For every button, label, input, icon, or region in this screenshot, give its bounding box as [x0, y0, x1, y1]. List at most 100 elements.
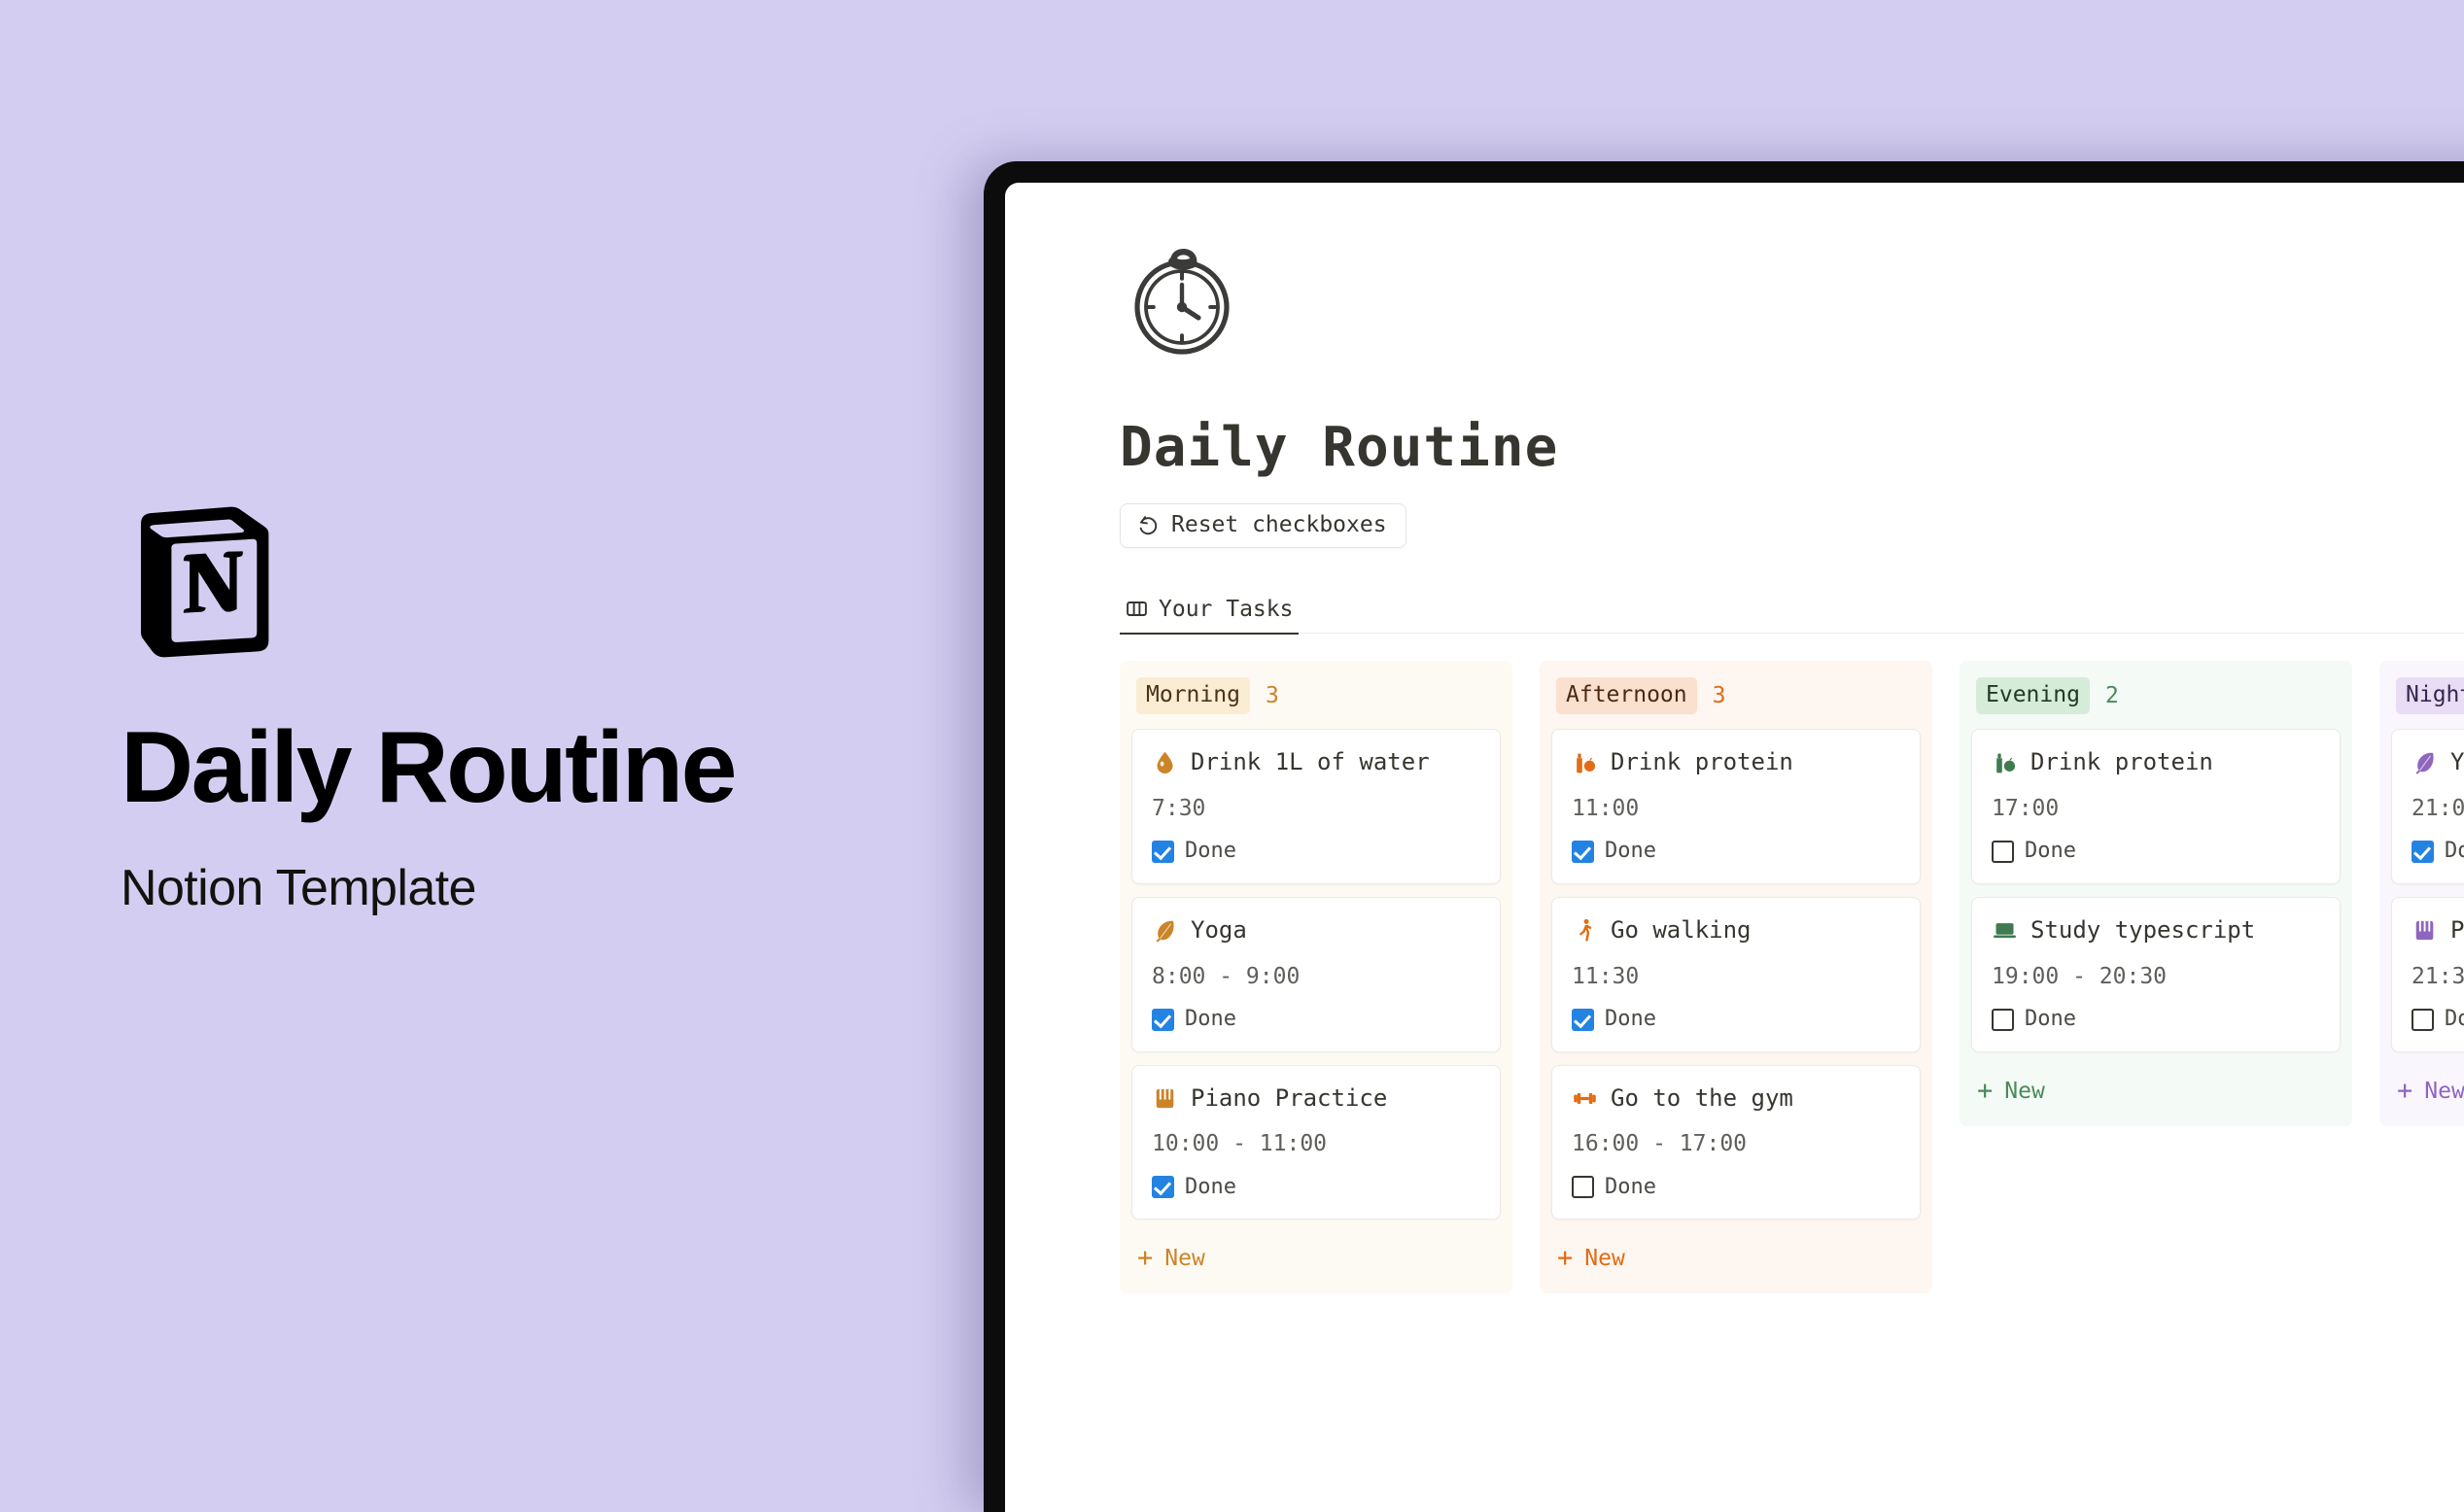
- plus-icon: +: [1557, 1243, 1574, 1274]
- task-card[interactable]: Drink protein 17:00 Done: [1971, 729, 2341, 884]
- add-new-task-button[interactable]: + New: [2379, 1065, 2464, 1115]
- done-label: Done: [1605, 1007, 1656, 1032]
- add-new-task-button[interactable]: + New: [1960, 1065, 2352, 1115]
- promo-title: Daily Routine: [121, 711, 738, 825]
- done-label: Done: [2025, 839, 2076, 864]
- done-checkbox[interactable]: [2412, 840, 2434, 863]
- column-name-pill[interactable]: Evening: [1976, 677, 2090, 715]
- tab-your-tasks[interactable]: Your Tasks: [1120, 591, 1300, 635]
- task-card[interactable]: Drink 1L of water 7:30 Done: [1131, 729, 1501, 884]
- task-card[interactable]: Yoga 8:00 - 9:00 Done: [1131, 896, 1501, 1052]
- stopwatch-icon: [1134, 248, 1230, 355]
- column-name-pill[interactable]: Night: [2396, 677, 2464, 715]
- task-time: 21:00 -: [2412, 795, 2464, 821]
- task-board: Morning 3 Drink 1L of water 7:30 Done Yoga 8:0…: [1120, 661, 2464, 1294]
- device-screen: Daily Routine Reset checkboxes Your Task…: [1005, 183, 2464, 1512]
- task-title: Drink protein: [1611, 748, 1793, 776]
- notion-logo-icon: [141, 507, 269, 658]
- task-card[interactable]: Drink protein 11:00 Done: [1551, 729, 1921, 884]
- plus-icon: +: [2397, 1075, 2413, 1106]
- task-title: Piano Practice: [1191, 1083, 1388, 1112]
- task-card-title-row: Drink protein: [1572, 748, 1900, 776]
- task-card-title-row: Yoga: [1152, 916, 1480, 945]
- task-card[interactable]: Yoga 21:00 - Done: [2391, 729, 2464, 884]
- add-new-task-label: New: [1164, 1246, 1205, 1272]
- task-title: Study typescript: [2030, 915, 2256, 944]
- task-card[interactable]: Go walking 11:30 Done: [1551, 896, 1921, 1052]
- done-label: Done: [1605, 839, 1656, 864]
- done-checkbox[interactable]: [1572, 840, 1594, 863]
- board-column-night: Night Yoga 21:00 - Done Pia 21:30 - Done + New: [2379, 661, 2464, 1126]
- done-label: Done: [2025, 1007, 2076, 1032]
- done-checkbox[interactable]: [1992, 840, 2014, 863]
- reset-checkboxes-button[interactable]: Reset checkboxes: [1120, 502, 1406, 548]
- done-label: Done: [1185, 1007, 1236, 1032]
- done-checkbox[interactable]: [2412, 1008, 2434, 1031]
- feather-icon: [2415, 752, 2434, 774]
- task-card-title-row: Yoga: [2412, 748, 2464, 776]
- done-checkbox[interactable]: [1152, 1176, 1174, 1199]
- add-new-task-label: New: [2424, 1078, 2464, 1104]
- done-checkbox[interactable]: [1992, 1008, 2014, 1031]
- notion-page: Daily Routine Reset checkboxes Your Task…: [1005, 183, 2464, 1512]
- page-title: Daily Routine: [1120, 416, 1559, 479]
- done-checkbox[interactable]: [1152, 1008, 1174, 1031]
- laptop-icon: [1994, 922, 2016, 938]
- done-label: Done: [1185, 1174, 1236, 1199]
- feather-icon: [1156, 920, 1174, 943]
- task-done-row: Done: [1152, 1174, 1480, 1199]
- task-title: Go to the gym: [1611, 1083, 1793, 1112]
- add-new-task-button[interactable]: + New: [1540, 1232, 1932, 1282]
- task-card[interactable]: Piano Practice 10:00 - 11:00 Done: [1131, 1064, 1501, 1220]
- tab-label: Your Tasks: [1159, 596, 1294, 622]
- board-view-icon: [1127, 601, 1147, 617]
- task-card-title-row: Study typescript: [1992, 916, 2320, 945]
- done-label: Done: [1605, 1174, 1656, 1199]
- task-title: Go walking: [1611, 915, 1752, 944]
- task-done-row: Done: [1572, 839, 1900, 864]
- column-header: Night: [2379, 661, 2464, 729]
- task-time: 17:00: [1992, 795, 2060, 821]
- protein-bottle-icon: [1577, 753, 1596, 773]
- column-card-count: 3: [1712, 682, 1726, 708]
- task-done-row: Done: [1152, 840, 1480, 863]
- column-header: Evening 2: [1960, 661, 2352, 729]
- task-done-row: Done: [1572, 1007, 1900, 1032]
- piano-keyboard-icon: [2415, 920, 2434, 940]
- task-done-row: Done: [2412, 1008, 2464, 1031]
- done-label: Done: [2445, 839, 2464, 864]
- task-done-row: Done: [2412, 839, 2464, 864]
- walking-person-icon: [1579, 918, 1592, 942]
- column-name-pill[interactable]: Afternoon: [1556, 677, 1697, 715]
- task-card[interactable]: Pia 21:30 - Done: [2391, 896, 2464, 1052]
- device-frame: Daily Routine Reset checkboxes Your Task…: [984, 161, 2464, 1512]
- add-new-task-label: New: [2004, 1078, 2045, 1104]
- column-card-count: 3: [1265, 682, 1279, 708]
- task-done-row: Done: [1992, 839, 2320, 864]
- column-header: Morning 3: [1120, 661, 1512, 729]
- task-time: 7:30: [1152, 795, 1206, 821]
- task-title: Pia: [2450, 915, 2464, 944]
- reset-checkboxes-label: Reset checkboxes: [1171, 512, 1387, 538]
- dumbbell-icon: [1574, 1092, 1596, 1104]
- undo-arrow-icon: [1139, 515, 1158, 534]
- task-time: 10:00 - 11:00: [1152, 1131, 1328, 1157]
- column-name-pill[interactable]: Morning: [1136, 677, 1250, 715]
- plus-icon: +: [1137, 1243, 1154, 1274]
- task-done-row: Done: [1152, 1007, 1480, 1032]
- board-column-evening: Evening 2 Drink protein 17:00 Done Study type…: [1960, 661, 2352, 1126]
- task-card[interactable]: Study typescript 19:00 - 20:30 Done: [1971, 896, 2341, 1052]
- water-droplet-icon: [1157, 751, 1173, 773]
- task-title: Drink 1L of water: [1191, 748, 1430, 776]
- done-checkbox[interactable]: [1572, 1008, 1594, 1031]
- task-title: Yoga: [1191, 915, 1247, 944]
- done-checkbox[interactable]: [1572, 1176, 1594, 1199]
- task-time: 8:00 - 9:00: [1152, 963, 1301, 989]
- task-time: 21:30 -: [2412, 963, 2464, 989]
- add-new-task-button[interactable]: + New: [1120, 1232, 1512, 1282]
- task-card[interactable]: Go to the gym 16:00 - 17:00 Done: [1551, 1064, 1921, 1220]
- done-checkbox[interactable]: [1152, 840, 1174, 863]
- task-card-title-row: Drink protein: [1992, 748, 2320, 776]
- task-done-row: Done: [1572, 1174, 1900, 1199]
- board-column-afternoon: Afternoon 3 Drink protein 11:00 Done Go walki…: [1540, 661, 1932, 1294]
